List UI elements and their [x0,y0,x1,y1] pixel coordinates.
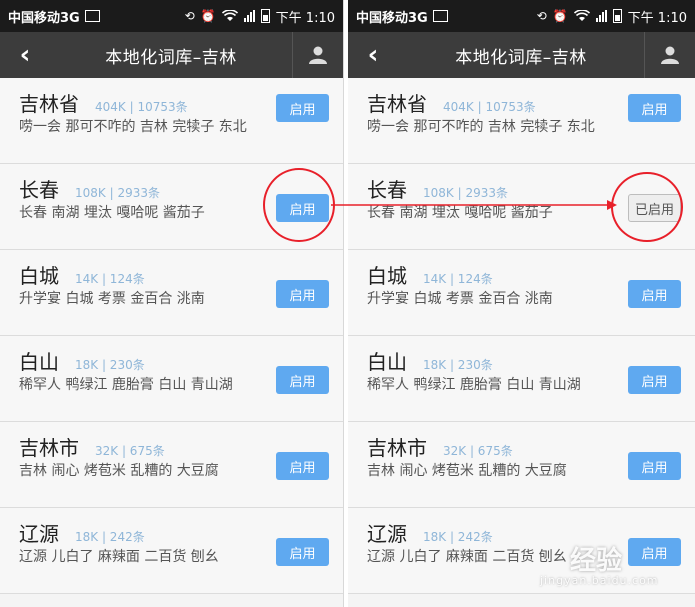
list-item: 长春 108K | 2933条 长春 南湖 埋汰 嘎哈呢 酱茄子 启用 [0,164,343,250]
sync-icon: ⟲ [184,9,195,23]
alarm-icon: ⏰ [200,9,216,23]
list-item: 白山 18K | 230条 稀罕人 鸭绿江 鹿胎膏 白山 青山湖 启用 [348,336,695,422]
clock: 下午 1:10 [627,10,687,26]
user-icon[interactable] [292,32,343,78]
dict-words: 辽源 儿白了 麻辣面 二百货 刨幺 [19,549,219,565]
enable-button[interactable]: 启用 [276,538,329,566]
wifi-icon [573,10,590,21]
user-icon[interactable] [644,32,695,78]
alarm-icon: ⏰ [552,9,568,23]
dict-meta: 32K | 675条 [443,444,513,458]
list-item: 白城 14K | 124条 升学宴 白城 考票 金百合 洮南 启用 [348,250,695,336]
page-title: 本地化词库–吉林 [455,47,587,68]
page-title: 本地化词库–吉林 [105,47,237,68]
dict-words: 长春 南湖 埋汰 嘎哈呢 酱茄子 [367,205,553,221]
enable-button[interactable]: 启用 [276,366,329,394]
enable-button[interactable]: 启用 [628,538,681,566]
clock: 下午 1:10 [275,10,335,26]
dict-name: 辽源 [367,522,407,546]
dict-words: 长春 南湖 埋汰 嘎哈呢 酱茄子 [19,205,205,221]
dict-meta: 18K | 230条 [75,358,145,372]
dict-meta: 18K | 230条 [423,358,493,372]
signal-icon [595,10,607,22]
dict-words: 稀罕人 鸭绿江 鹿胎膏 白山 青山湖 [367,377,581,393]
dict-meta: 18K | 242条 [75,530,145,544]
dict-meta: 108K | 2933条 [75,186,160,200]
list-item: 辽源 18K | 242条 辽源 儿白了 麻辣面 二百货 刨幺 启用 [0,508,343,594]
dict-name: 吉林市 [19,436,79,460]
status-bar: 中国移动3G ⟲ ⏰ 下午 1:10 [348,0,695,32]
enable-button[interactable]: 启用 [628,94,681,122]
list-item: 长春 108K | 2933条 长春 南湖 埋汰 嘎哈呢 酱茄子 已启用 [348,164,695,250]
enable-button[interactable]: 启用 [276,94,329,122]
sync-icon: ⟲ [536,9,547,23]
dict-words: 升学宴 白城 考票 金百合 洮南 [19,291,205,307]
list-item: 白城 14K | 124条 升学宴 白城 考票 金百合 洮南 启用 [0,250,343,336]
dict-meta: 18K | 242条 [423,530,493,544]
dict-name: 白城 [367,264,407,288]
dict-name: 吉林省 [367,92,427,116]
enable-button[interactable]: 启用 [628,280,681,308]
phone-screen-after: 中国移动3G ⟲ ⏰ 下午 1:10 ‹ 本地化词库–吉林 吉林省 404K | … [348,0,695,607]
image-notification-icon [84,10,100,22]
carrier-label: 中国移动3G [356,10,428,26]
list-item: 吉林省 404K | 10753条 唠一会 那可不咋的 吉林 完犊子 东北 启用 [348,78,695,164]
dict-name: 白山 [367,350,407,374]
dict-meta: 14K | 124条 [75,272,145,286]
back-arrow-icon[interactable]: ‹ [348,32,398,78]
enable-button[interactable]: 启用 [276,194,329,222]
dict-name: 白山 [19,350,59,374]
list-item: 辽源 18K | 242条 辽源 儿白了 麻辣面 二百货 刨幺 启用 [348,508,695,594]
carrier-label: 中国移动3G [8,10,80,26]
enable-button[interactable]: 启用 [276,280,329,308]
dict-meta: 32K | 675条 [95,444,165,458]
dict-name: 长春 [19,178,59,202]
dict-name: 长春 [367,178,407,202]
dict-meta: 404K | 10753条 [443,100,536,114]
dict-words: 稀罕人 鸭绿江 鹿胎膏 白山 青山湖 [19,377,233,393]
battery-icon [612,9,622,23]
enable-button[interactable]: 启用 [276,452,329,480]
dict-words: 吉林 闹心 烤苞米 乱糟的 大豆腐 [367,463,567,479]
dict-meta: 404K | 10753条 [95,100,188,114]
enabled-button[interactable]: 已启用 [628,194,681,222]
image-notification-icon [432,10,448,22]
list-item: 白山 18K | 230条 稀罕人 鸭绿江 鹿胎膏 白山 青山湖 启用 [0,336,343,422]
nav-bar: ‹ 本地化词库–吉林 [0,32,343,78]
dict-name: 白城 [19,264,59,288]
dict-meta: 14K | 124条 [423,272,493,286]
wifi-icon [221,10,238,21]
dict-words: 吉林 闹心 烤苞米 乱糟的 大豆腐 [19,463,219,479]
dict-words: 唠一会 那可不咋的 吉林 完犊子 东北 [367,119,595,135]
enable-button[interactable]: 启用 [628,452,681,480]
phone-screen-before: 中国移动3G ⟲ ⏰ 下午 1:10 ‹ 本地化词库–吉林 吉林省 404K | … [0,0,344,607]
dict-name: 吉林省 [19,92,79,116]
list-item: 吉林市 32K | 675条 吉林 闹心 烤苞米 乱糟的 大豆腐 启用 [348,422,695,508]
dict-words: 唠一会 那可不咋的 吉林 完犊子 东北 [19,119,247,135]
dictionary-list: 吉林省 404K | 10753条 唠一会 那可不咋的 吉林 完犊子 东北 启用 … [348,78,695,594]
dict-name: 吉林市 [367,436,427,460]
dictionary-list: 吉林省 404K | 10753条 唠一会 那可不咋的 吉林 完犊子 东北 启用 … [0,78,343,594]
status-bar: 中国移动3G ⟲ ⏰ 下午 1:10 [0,0,343,32]
list-item: 吉林市 32K | 675条 吉林 闹心 烤苞米 乱糟的 大豆腐 启用 [0,422,343,508]
enable-button[interactable]: 启用 [628,366,681,394]
back-arrow-icon[interactable]: ‹ [0,32,50,78]
nav-bar: ‹ 本地化词库–吉林 [348,32,695,78]
dict-name: 辽源 [19,522,59,546]
signal-icon [243,10,255,22]
list-item: 吉林省 404K | 10753条 唠一会 那可不咋的 吉林 完犊子 东北 启用 [0,78,343,164]
dict-meta: 108K | 2933条 [423,186,508,200]
dict-words: 辽源 儿白了 麻辣面 二百货 刨幺 [367,549,567,565]
battery-icon [260,9,270,23]
dict-words: 升学宴 白城 考票 金百合 洮南 [367,291,553,307]
